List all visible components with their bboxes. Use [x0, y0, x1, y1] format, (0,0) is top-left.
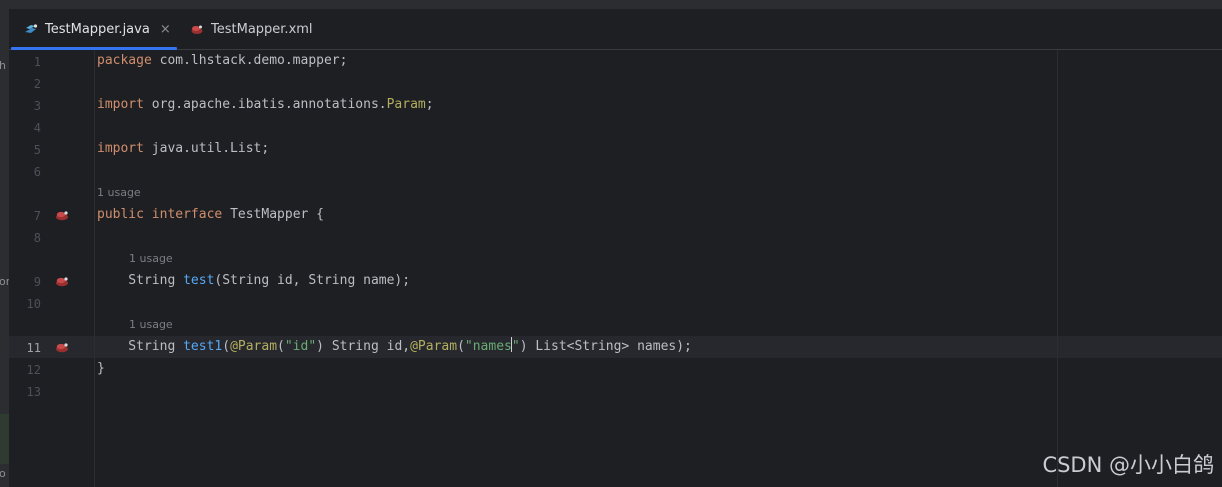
tab-label: TestMapper.java — [45, 21, 150, 37]
string-literal: "names — [464, 339, 512, 354]
keyword: package — [97, 53, 152, 68]
code-text: ( — [222, 339, 231, 354]
code-text: ( — [277, 339, 285, 354]
line-number: 9 — [33, 275, 41, 289]
mybatis-xml-icon — [191, 25, 203, 34]
line-number: 4 — [33, 121, 41, 135]
line-number: 5 — [33, 143, 41, 157]
code-line: } — [97, 358, 105, 380]
method-name: test1 — [183, 339, 223, 354]
code-text: String — [97, 339, 184, 354]
usage-hint[interactable]: 1 usage — [129, 248, 173, 270]
line-number: 3 — [33, 99, 41, 113]
tab-testmapper-java[interactable]: TestMapper.java × — [11, 9, 177, 50]
mybatis-navigate-icon[interactable] — [54, 208, 70, 222]
method-name: test — [183, 273, 215, 288]
line-number: 13 — [26, 385, 41, 399]
code-editor[interactable]: 1 2 3 4 5 6 7 8 9 10 11 12 13 package co… — [9, 50, 1222, 487]
line-number: 12 — [26, 363, 41, 377]
line-number: 8 — [33, 231, 41, 245]
java-interface-icon — [25, 24, 38, 33]
string-literal: "id" — [284, 339, 317, 354]
annotation: @Param — [410, 339, 458, 354]
line-number: 6 — [33, 165, 41, 179]
code-text: TestMapper { — [222, 207, 324, 222]
right-margin-guide — [1057, 50, 1058, 487]
code-text: } — [97, 361, 105, 376]
code-line: package com.lhstack.demo.mapper; — [97, 50, 347, 72]
side-fragment: o — [0, 467, 6, 480]
code-text: com.lhstack.demo.mapper; — [151, 53, 348, 68]
keyword: import — [97, 141, 144, 156]
code-line: public interface TestMapper { — [97, 204, 324, 226]
line-number: 7 — [33, 209, 41, 223]
code-line: import java.util.List; — [97, 138, 269, 160]
mybatis-navigate-icon[interactable] — [54, 274, 70, 288]
usage-hint[interactable]: 1 usage — [129, 314, 173, 336]
code-text: ) List<String> names); — [519, 339, 692, 354]
side-highlight — [0, 414, 9, 464]
code-text: ) String id, — [316, 339, 411, 354]
keyword: import — [97, 97, 144, 112]
gutter-divider — [94, 50, 95, 487]
keyword: public — [97, 207, 144, 222]
code-line: String test(String id, String name); — [97, 270, 410, 292]
code-text: ; — [425, 97, 434, 112]
code-text: java.util.List; — [143, 141, 270, 156]
line-number: 2 — [33, 77, 41, 91]
annotation: @Param — [230, 339, 278, 354]
string-literal: " — [511, 339, 520, 354]
code-text: String — [97, 273, 184, 288]
tab-testmapper-xml[interactable]: TestMapper.xml — [189, 9, 313, 49]
code-line: import org.apache.ibatis.annotations.Par… — [97, 94, 434, 116]
side-fragment: h — [0, 59, 6, 72]
keyword: interface — [151, 207, 223, 222]
class-ref: Param — [386, 97, 426, 112]
line-number: 1 — [33, 55, 41, 69]
watermark: CSDN @小小白鸽 — [1042, 453, 1214, 477]
code-text: ( — [457, 339, 465, 354]
editor-tab-bar: TestMapper.java × TestMapper.xml — [9, 9, 1222, 50]
code-line-current: String test1(@Param("id") String id,@Par… — [97, 336, 692, 358]
line-number-active: 11 — [26, 341, 41, 355]
tab-label: TestMapper.xml — [211, 21, 313, 37]
left-tool-strip: h or o — [0, 9, 9, 487]
side-fragment: or — [0, 275, 9, 288]
line-number: 10 — [26, 297, 41, 311]
code-text: (String id, String name); — [214, 273, 411, 288]
close-icon[interactable]: × — [160, 22, 171, 37]
code-text: org.apache.ibatis.annotations. — [143, 97, 387, 112]
usage-hint[interactable]: 1 usage — [97, 182, 141, 204]
mybatis-navigate-icon[interactable] — [54, 340, 70, 354]
